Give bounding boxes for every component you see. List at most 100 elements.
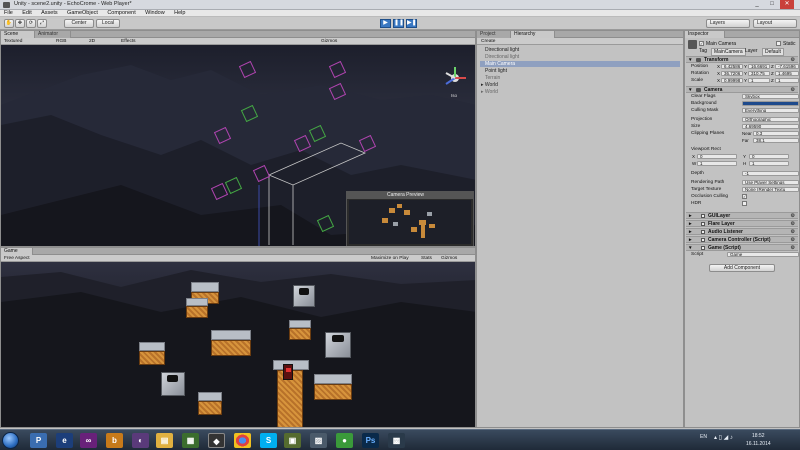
pivot-local-button[interactable]: Local [96,19,120,28]
position-y-field[interactable]: 16.6691 [748,64,770,69]
rotation-x-field[interactable]: 36.7206 [721,71,743,76]
script-field[interactable]: Game [727,252,799,257]
hierarchy-item[interactable]: Point light [485,68,507,74]
tag-dropdown[interactable]: MainCamera [711,48,746,56]
viewport-x-field[interactable]: 0 [697,154,737,159]
ie-icon[interactable]: e [56,433,73,448]
gizmos-dropdown[interactable]: Gizmos [321,38,337,45]
tab-game[interactable]: Game [1,248,33,255]
start-button[interactable] [2,432,19,449]
active-checkbox[interactable]: ✓ [699,41,704,46]
component-enabled-checkbox[interactable] [701,222,705,226]
tab-animator[interactable]: Animator [35,31,71,38]
static-checkbox[interactable] [776,41,781,46]
gear-icon[interactable]: ⚙ [791,87,795,93]
minimize-button[interactable]: _ [750,0,764,9]
hierarchy-item[interactable]: ▸ World [481,89,498,95]
expand-arrow-icon[interactable]: ▸ [689,237,692,243]
taskbar-app-icon[interactable]: ▨ [310,433,327,448]
scale-y-field[interactable]: 1 [748,78,770,83]
audio-listener-header[interactable]: ▸ Audio Listener ⚙ [686,228,798,235]
component-enabled-checkbox[interactable] [701,246,705,250]
create-dropdown[interactable]: Create [481,38,495,45]
rotate-tool-icon[interactable]: ⟳ [26,19,36,28]
expand-arrow-icon[interactable]: ▸ [689,229,692,235]
gear-icon[interactable]: ⚙ [791,237,795,243]
scale-z-field[interactable]: 1 [775,78,799,83]
viewport-w-field[interactable]: 1 [697,161,737,166]
camera-controller-header[interactable]: ▸ Camera Controller (Script) ⚙ [686,236,798,243]
gear-icon[interactable]: ⚙ [791,221,795,227]
taskbar-app-icon[interactable]: ▦ [182,433,199,448]
scale-tool-icon[interactable]: ⤢ [37,19,47,28]
collapse-arrow-icon[interactable]: ▾ [689,87,692,93]
scene-viewport[interactable]: Iso Camera Preview [1,45,475,246]
menu-help[interactable]: Help [170,10,189,17]
move-tool-icon[interactable]: ✥ [15,19,25,28]
hierarchy-item-selected[interactable]: Main Camera [480,61,680,67]
expand-arrow-icon[interactable]: ▸ [689,213,692,219]
position-z-field[interactable]: -7.61596 [775,64,799,69]
background-color-swatch[interactable] [742,101,799,106]
component-enabled-checkbox[interactable] [701,230,705,234]
taskbar-b-app[interactable]: b [106,433,123,448]
gear-icon[interactable]: ⚙ [791,213,795,219]
rotation-y-field[interactable]: 310.75 [748,71,770,76]
gizmos-toggle[interactable]: Gizmos [441,255,457,262]
gear-icon[interactable]: ⚙ [791,245,795,251]
render-mode-dropdown[interactable]: RGB [56,38,66,45]
tab-scene[interactable]: Scene [1,31,35,38]
play-button[interactable]: ▶ [380,19,391,28]
2d-toggle[interactable]: 2D [89,38,95,45]
stats-toggle[interactable]: Stats [421,255,432,262]
skype-icon[interactable]: S [260,433,277,448]
maximize-on-play-toggle[interactable]: Maximize on Play [371,255,409,262]
pause-button[interactable]: ❚❚ [393,19,404,28]
hand-tool-icon[interactable]: ✋ [4,19,14,28]
effects-dropdown[interactable]: Effects [121,38,136,45]
layer-dropdown[interactable]: Default [762,48,784,56]
occlusion-culling-checkbox[interactable]: ✓ [742,194,747,199]
component-enabled-checkbox[interactable] [701,238,705,242]
clock-time[interactable]: 18:52 [752,433,765,439]
menu-file[interactable]: File [0,10,17,17]
taskbar-app-icon[interactable]: ◐ [132,433,149,448]
culling-mask-dropdown[interactable]: Everything [742,108,799,113]
close-button[interactable]: ✕ [780,0,794,9]
collapse-arrow-icon[interactable]: ▾ [689,245,692,251]
maximize-button[interactable]: □ [765,0,779,9]
guilayer-header[interactable]: ▸ GUILayer ⚙ [686,212,798,219]
tab-project[interactable]: Project [477,31,511,38]
unity-icon[interactable]: ◆ [208,433,225,448]
near-field[interactable]: 0.3 [753,131,799,136]
pivot-center-button[interactable]: Center [64,19,94,28]
menu-component[interactable]: Component [103,10,139,17]
tray-icons[interactable]: ▴ ▯ ◢ ♪ [714,434,733,441]
game-script-header[interactable]: ▾ Game (Script) ⚙ [686,244,798,251]
position-x-field[interactable]: 6.42586 [721,64,743,69]
clear-flags-dropdown[interactable]: Skybox [742,94,799,99]
collapse-arrow-icon[interactable]: ▾ [689,57,692,63]
gear-icon[interactable]: ⚙ [791,229,795,235]
taskbar-app-icon[interactable]: ● [336,433,353,448]
camera-component-header[interactable]: ▾ Camera ⚙ [686,86,798,93]
photoshop-icon[interactable]: Ps [362,433,379,448]
menu-gameobject[interactable]: GameObject [63,10,102,17]
gear-icon[interactable]: ⚙ [791,57,795,63]
taskbar-app-icon[interactable]: ▣ [284,433,301,448]
viewport-y-field[interactable]: 0 [749,154,789,159]
tab-inspector[interactable]: Inspector [685,31,725,38]
projection-dropdown[interactable]: Orthographic [742,117,799,122]
flare-layer-header[interactable]: ▸ Flare Layer ⚙ [686,220,798,227]
target-texture-field[interactable]: None (Render Textu [742,187,799,192]
far-field[interactable]: 38.1 [753,138,799,143]
taskbar-p-app[interactable]: P [30,433,47,448]
hierarchy-item[interactable]: Terrain [485,75,500,81]
depth-field[interactable]: -1 [742,171,799,176]
layers-dropdown[interactable]: Layers [706,19,750,28]
menu-edit[interactable]: Edit [18,10,35,17]
viewport-h-field[interactable]: 1 [749,161,789,166]
size-field[interactable]: 4.69590 [742,124,799,129]
object-name[interactable]: Main Camera [706,41,736,47]
scale-x-field[interactable]: 0.99998 [721,78,743,83]
